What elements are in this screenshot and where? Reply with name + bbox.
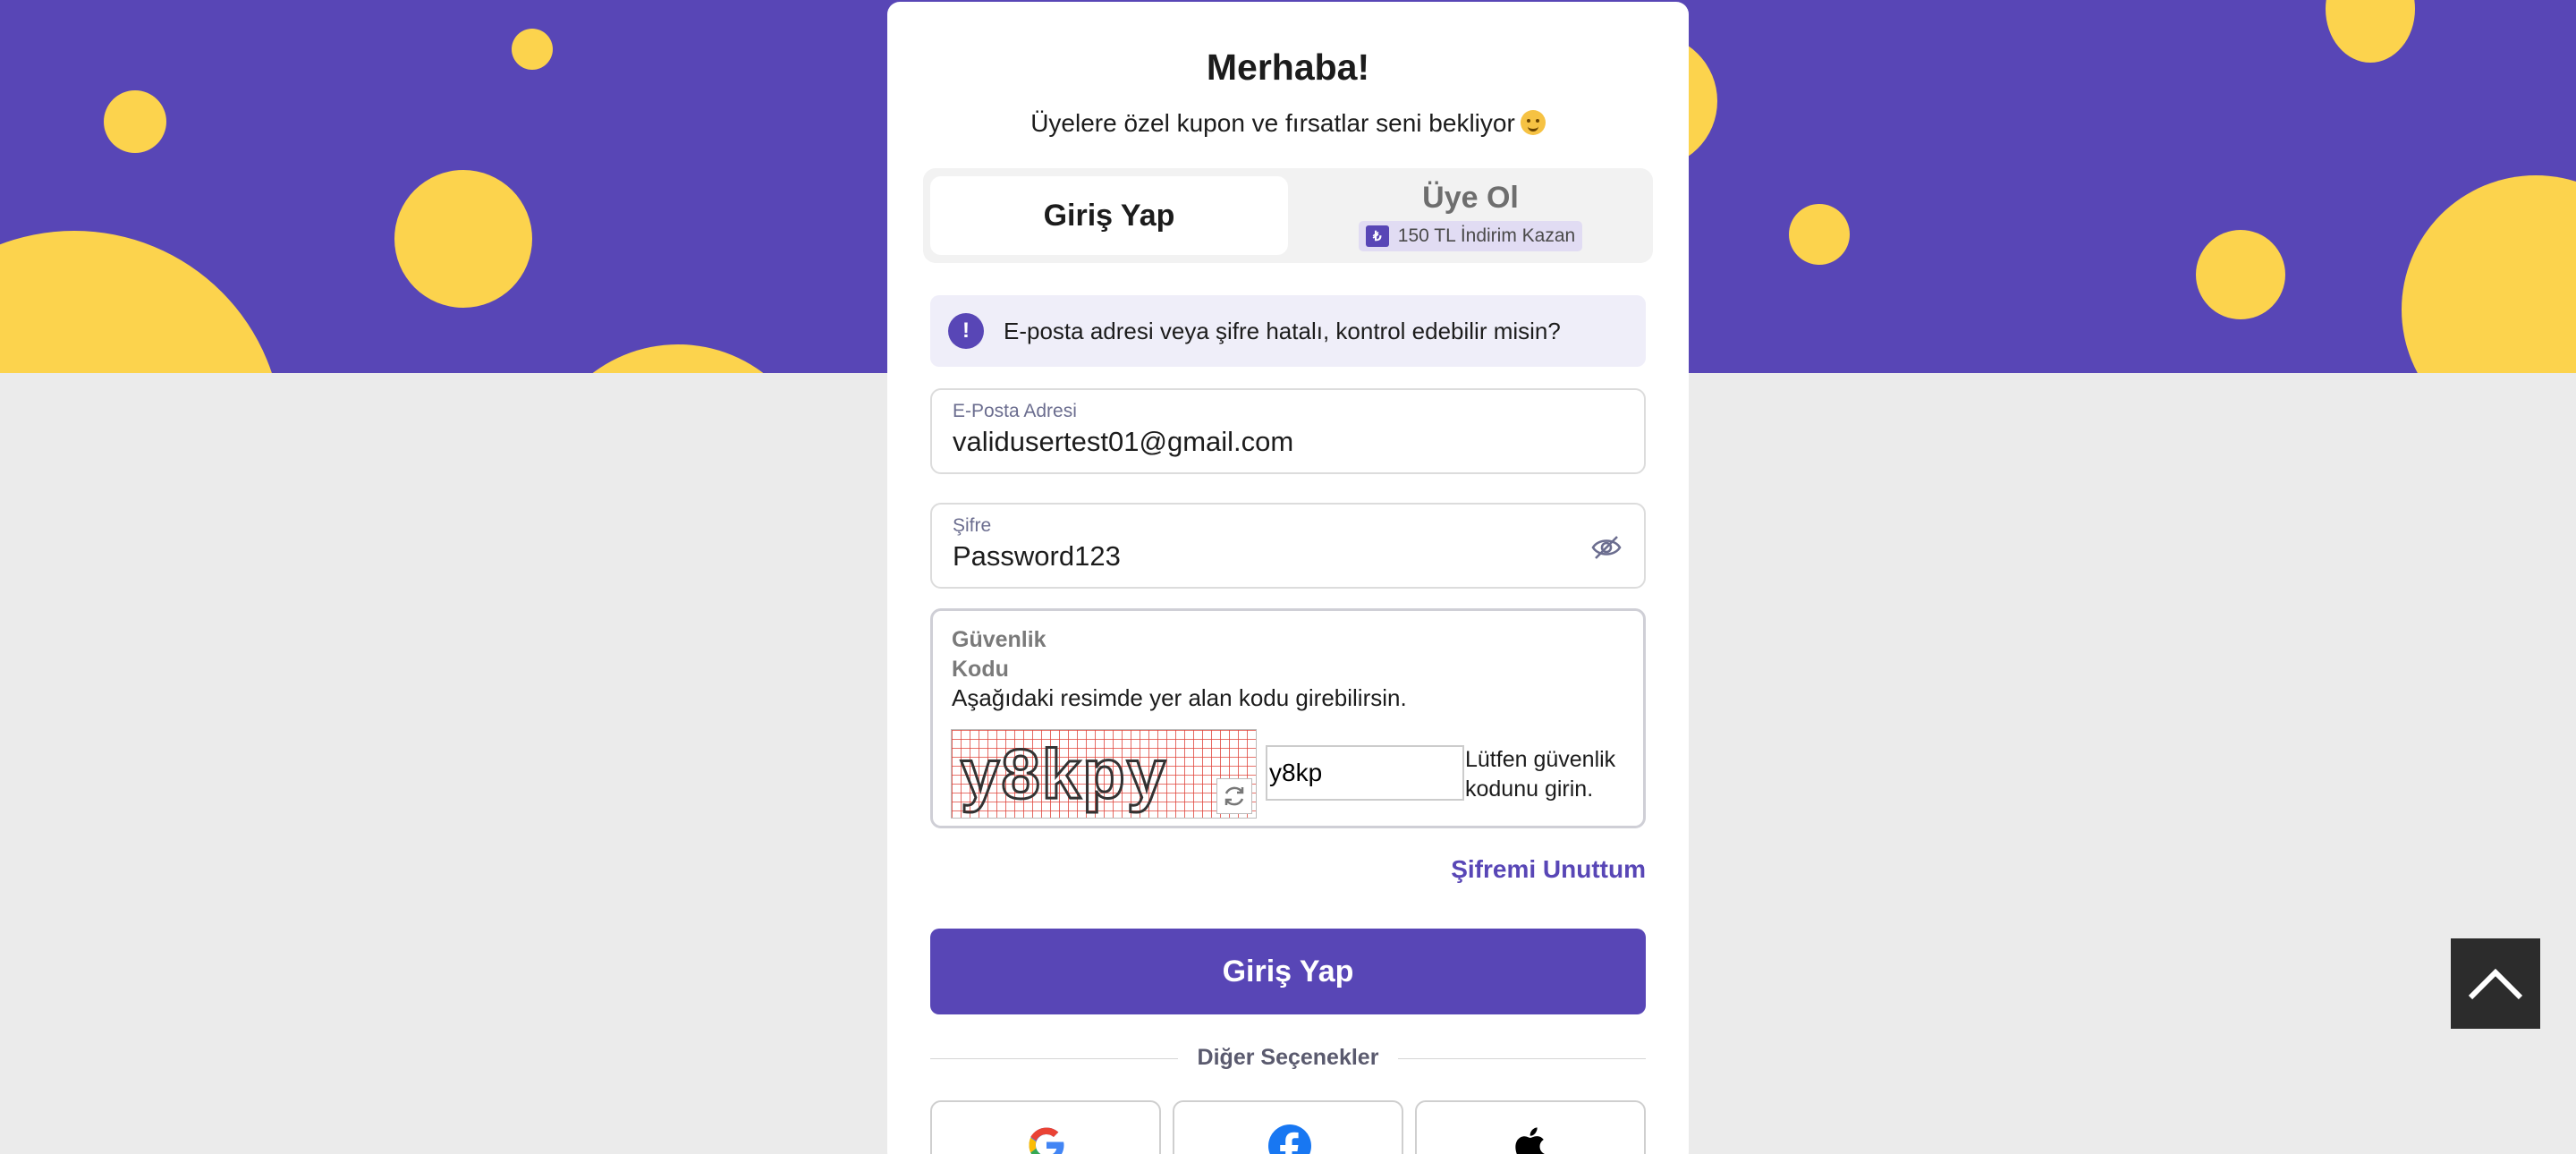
apple-icon (1515, 1127, 1545, 1154)
tab-signup-label: Üye Ol (1422, 181, 1519, 215)
subtitle-text: Üyelere özel kupon ve fırsatlar seni bek… (1030, 109, 1515, 137)
decor-circle (2196, 230, 2285, 319)
decor-circle (104, 90, 166, 153)
decor-circle (537, 344, 819, 373)
signup-promo-badge: ₺ 150 TL İndirim Kazan (1358, 221, 1583, 251)
hugging-face-emoji-icon (1520, 110, 1546, 135)
facebook-login-button[interactable] (1173, 1100, 1403, 1154)
captcha-graphic: y8kpy (952, 730, 1256, 818)
forgot-password-link[interactable]: Şifremi Unuttum (1451, 855, 1646, 884)
login-submit-button[interactable]: Giriş Yap (930, 929, 1646, 1014)
other-options-divider: Diğer Seçenekler (930, 1043, 1646, 1073)
captcha-hint: Lütfen güvenlik kodunu girin. (1465, 747, 1616, 802)
exclamation-icon: ! (948, 313, 984, 349)
password-field[interactable]: Şifre Password123 (930, 503, 1646, 589)
captcha-text: y8kpy (961, 734, 1167, 813)
decor-circle (2402, 175, 2576, 373)
tab-signup[interactable]: Üye Ol ₺ 150 TL İndirim Kazan (1288, 168, 1653, 263)
other-options-label: Diğer Seçenekler (930, 1045, 1646, 1071)
facebook-icon (1268, 1124, 1311, 1154)
login-card: Merhaba! Üyelere özel kupon ve fırsatlar… (887, 2, 1689, 1154)
google-icon (1029, 1127, 1064, 1154)
auth-tabs: Giriş Yap Üye Ol ₺ 150 TL İndirim Kazan (923, 168, 1653, 263)
other-options-text: Diğer Seçenekler (1177, 1045, 1399, 1070)
security-code-box: Güvenlik Kodu Aşağıdaki resimde yer alan… (930, 608, 1646, 828)
apple-login-button[interactable] (1415, 1100, 1646, 1154)
scroll-to-top-button[interactable] (2451, 938, 2540, 1029)
eye-slash-icon[interactable] (1590, 531, 1623, 564)
decor-circle (2326, 0, 2415, 63)
promo-text: 150 TL İndirim Kazan (1397, 225, 1576, 246)
email-label: E-Posta Adresi (953, 401, 1077, 421)
captcha-image: y8kpy (951, 729, 1257, 819)
password-input[interactable]: Password123 (953, 540, 1121, 573)
tab-login[interactable]: Giriş Yap (930, 176, 1288, 255)
email-input[interactable]: validusertest01@gmail.com (953, 426, 1293, 458)
error-alert: ! E-posta adresi veya şifre hatalı, kont… (930, 295, 1646, 367)
captcha-refresh-button[interactable] (1216, 778, 1252, 814)
decor-circle (394, 170, 532, 308)
decor-circle (512, 29, 553, 70)
refresh-icon (1224, 786, 1244, 806)
page-subtitle: Üyelere özel kupon ve fırsatlar seni bek… (887, 109, 1689, 138)
page-title: Merhaba! (1206, 47, 1370, 88)
lira-icon: ₺ (1365, 225, 1389, 247)
security-code-label: Güvenlik Kodu (952, 627, 1046, 682)
email-field[interactable]: E-Posta Adresi validusertest01@gmail.com (930, 388, 1646, 474)
error-message: E-posta adresi veya şifre hatalı, kontro… (1004, 317, 1561, 344)
password-label: Şifre (953, 515, 992, 536)
decor-circle (0, 231, 283, 373)
google-login-button[interactable] (930, 1100, 1161, 1154)
chevron-up-icon (2468, 968, 2523, 999)
security-code-description: Aşağıdaki resimde yer alan kodu girebili… (952, 684, 1407, 711)
captcha-input[interactable] (1266, 745, 1464, 801)
decor-circle (1789, 204, 1850, 265)
